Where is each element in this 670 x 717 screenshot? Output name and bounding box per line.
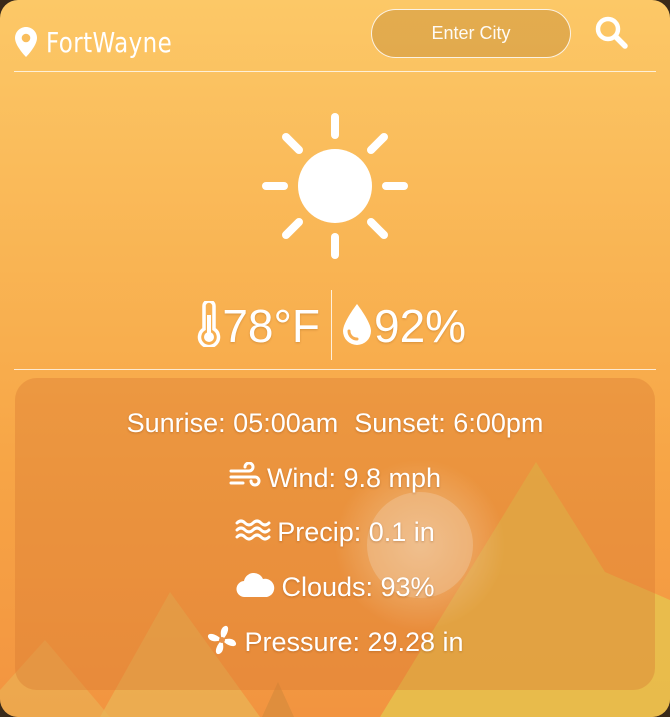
- fan-icon: [206, 624, 238, 661]
- readings-divider: [331, 290, 332, 360]
- temperature-reading: 78°F: [196, 298, 320, 354]
- pressure-row: Pressure: 29.28 in: [15, 619, 655, 665]
- precip-text: Precip: 0.1 in: [277, 516, 435, 547]
- weather-card: FortWayne Enter City 78°F 92% Sunrise: 0…: [0, 0, 670, 717]
- section-divider: [14, 369, 656, 370]
- wind-text: Wind: 9.8 mph: [266, 462, 442, 493]
- search-icon: [594, 16, 630, 54]
- header-bar: FortWayne: [14, 0, 656, 72]
- clouds-text: Clouds: 93%: [281, 571, 435, 602]
- clouds-row: Clouds: 93%: [15, 564, 655, 610]
- city-search-input[interactable]: [371, 9, 571, 58]
- temperature-value: 78°F: [222, 300, 320, 352]
- thermometer-icon: [196, 298, 222, 352]
- humidity-value: 92%: [374, 300, 467, 352]
- pressure-text: Pressure: 29.28 in: [244, 626, 464, 657]
- precip-row: Precip: 0.1 in: [15, 509, 655, 555]
- sunset-text: Sunset: 6:00pm: [354, 407, 544, 438]
- map-pin-icon: [14, 26, 38, 58]
- location-display: FortWayne: [14, 22, 200, 62]
- sunrise-text: Sunrise: 05:00am: [126, 407, 339, 438]
- humidity-reading: 92%: [340, 298, 466, 354]
- details-panel: Sunrise: 05:00am Sunset: 6:00pm Wind: 9.…: [15, 378, 655, 690]
- waves-icon: [235, 517, 271, 548]
- city-name: FortWayne: [46, 25, 173, 59]
- droplet-icon: [340, 301, 374, 352]
- wind-icon: [229, 461, 261, 495]
- cloud-icon: [235, 571, 275, 604]
- current-readings: 78°F 92%: [0, 290, 670, 365]
- search-button[interactable]: [592, 14, 632, 54]
- sun-times-row: Sunrise: 05:00am Sunset: 6:00pm: [15, 400, 655, 446]
- sun-icon: [255, 108, 415, 268]
- wind-row: Wind: 9.8 mph: [15, 455, 655, 501]
